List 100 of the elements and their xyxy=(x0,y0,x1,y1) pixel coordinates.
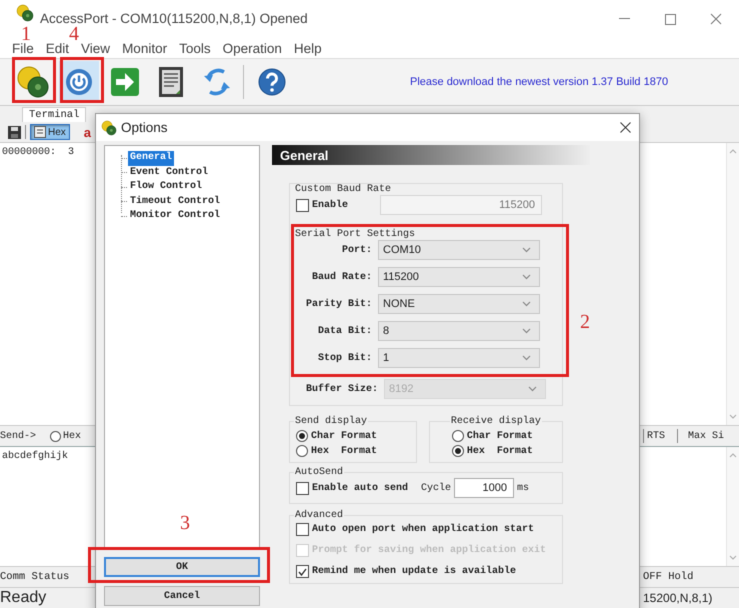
dropdown[interactable]: COM10 xyxy=(378,240,540,260)
chevron-down-icon xyxy=(528,386,537,392)
menu-item[interactable]: Edit xyxy=(46,42,70,56)
dropdown-value: NONE xyxy=(383,298,415,310)
checkmark-icon xyxy=(298,568,307,576)
update-notice[interactable]: Please download the newest version 1.37 Build 1870 xyxy=(410,76,668,88)
field-label: Stop Bit: xyxy=(316,352,372,364)
save-icon[interactable] xyxy=(8,126,21,138)
rts-label: RTS xyxy=(646,430,666,442)
tree-item[interactable]: Monitor Control xyxy=(128,209,222,224)
group-label: Serial Port Settings xyxy=(294,229,416,240)
dropdown[interactable]: 1 xyxy=(378,348,540,368)
dropdown-value: 8 xyxy=(383,325,390,337)
close-button[interactable] xyxy=(617,120,633,136)
tree-item[interactable]: Timeout Control xyxy=(128,194,222,209)
chevron-down-icon xyxy=(522,355,531,361)
menu-item[interactable]: Tools xyxy=(179,42,211,56)
menu-item[interactable]: View xyxy=(81,42,110,56)
unit-label: ms xyxy=(517,482,530,494)
checkbox[interactable] xyxy=(296,523,309,536)
close-icon xyxy=(620,122,630,133)
chevron-down-icon xyxy=(522,328,531,334)
radio-label: Char Format xyxy=(311,430,378,442)
dialog-icon xyxy=(101,120,117,136)
radio-label: Hex Format xyxy=(466,446,533,456)
field-label: Data Bit: xyxy=(316,326,372,336)
annotation-number: 2 xyxy=(580,312,590,332)
annotation-box xyxy=(12,57,56,103)
radio-button[interactable] xyxy=(452,430,464,442)
checkbox[interactable] xyxy=(296,482,309,494)
annotation-number: 3 xyxy=(180,513,190,533)
radio-button[interactable] xyxy=(50,430,62,442)
max-size-label: Max Si xyxy=(687,430,724,442)
port-settings-text: 15200,N,8,1) xyxy=(643,590,712,604)
radio-button[interactable] xyxy=(296,445,308,457)
annotation-box xyxy=(60,57,104,103)
radio-button[interactable] xyxy=(452,445,464,457)
hex-view-button[interactable]: Hex xyxy=(30,124,70,140)
window-title: AccessPort - COM10(115200,N,8,1) Opened xyxy=(40,10,308,26)
group-label: Send display xyxy=(294,416,368,427)
hex-view-icon xyxy=(34,126,46,138)
checkbox-label: Enable auto send xyxy=(312,482,408,494)
help-icon xyxy=(257,67,287,97)
menu-item[interactable]: Help xyxy=(294,42,322,56)
tree-item[interactable]: Event Control xyxy=(128,166,210,180)
radio-label: Char Format xyxy=(466,430,533,442)
ok-button[interactable]: OK xyxy=(104,557,260,577)
power-icon xyxy=(64,67,94,97)
status-label: Comm Status xyxy=(0,571,70,583)
dropdown[interactable]: NONE xyxy=(378,294,540,314)
coin-gear-icon xyxy=(16,65,50,99)
cancel-button[interactable]: Cancel xyxy=(104,586,260,606)
status-text: Ready xyxy=(0,588,46,606)
chevron-down-icon xyxy=(522,274,531,280)
hex-dump-line: 00000000: 3 xyxy=(1,146,76,160)
field-label: Port: xyxy=(340,244,372,256)
annotation-number: 4 xyxy=(69,24,79,44)
group-label: AutoSend xyxy=(294,467,344,478)
menu-item[interactable]: File xyxy=(12,42,34,56)
group-label: Receive display xyxy=(450,416,542,427)
radio-label: Hex xyxy=(63,430,82,442)
send-label: Send-> xyxy=(0,430,36,442)
menu-item[interactable]: Monitor xyxy=(122,42,168,56)
dropdown[interactable]: 115200 xyxy=(378,267,540,287)
checkbox[interactable] xyxy=(296,565,309,578)
document-icon xyxy=(158,66,184,98)
group-label: Custom Baud Rate xyxy=(294,184,392,195)
field-label: Buffer Size: xyxy=(304,384,378,394)
radio-button[interactable] xyxy=(296,430,308,442)
dropdown-value: COM10 xyxy=(383,244,421,256)
dropdown-value: 1 xyxy=(383,352,390,364)
dialog-title: Options xyxy=(121,120,168,135)
tab[interactable]: Terminal xyxy=(22,107,86,122)
chevron-down-icon xyxy=(522,247,531,253)
checkbox-label: Remind me when update is available xyxy=(312,566,516,577)
dropdown-value: 8192 xyxy=(389,383,414,395)
section-header: General xyxy=(272,145,590,165)
cycle-label: Cycle xyxy=(421,482,452,494)
checkbox-label: Auto open port when application start xyxy=(312,524,534,535)
dropdown[interactable]: 8 xyxy=(378,321,540,341)
close-icon xyxy=(710,13,722,25)
line-state: OFF Hold xyxy=(643,571,694,583)
tree-item[interactable]: General xyxy=(128,151,174,166)
app-icon xyxy=(16,4,34,22)
radio-label: Hex Format xyxy=(311,446,378,456)
menu-item[interactable]: Operation xyxy=(222,42,282,56)
maximize-icon xyxy=(664,14,676,24)
field-label: Baud Rate: xyxy=(310,272,372,282)
annotation-number: 1 xyxy=(21,24,31,44)
refresh-icon xyxy=(202,67,232,97)
toolbar-label: a xyxy=(84,124,92,140)
dropdown-value: 115200 xyxy=(383,271,419,283)
checkbox-label: Enable xyxy=(312,200,348,210)
chevron-down-icon xyxy=(522,301,531,307)
cycle-field[interactable]: 1000 xyxy=(454,478,514,498)
minimize-icon xyxy=(618,18,630,20)
field-label: Parity Bit: xyxy=(304,298,372,310)
group-label: Advanced xyxy=(294,510,344,521)
tree-item[interactable]: Flow Control xyxy=(128,180,204,194)
arrow-right-icon xyxy=(110,67,140,97)
